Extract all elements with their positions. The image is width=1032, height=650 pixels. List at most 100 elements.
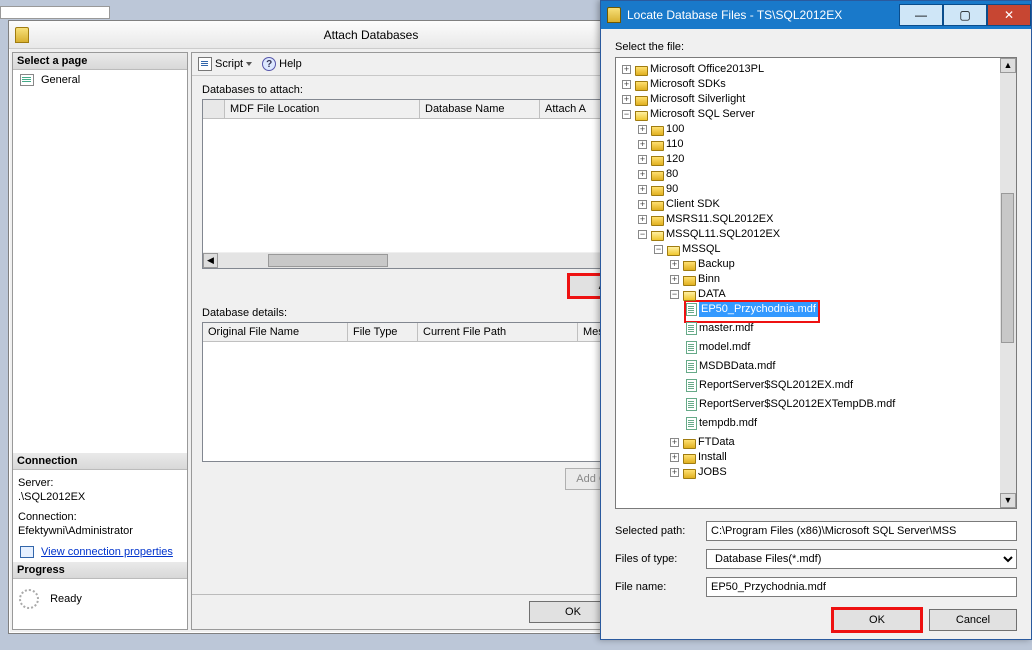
folder-icon [651,216,664,226]
close-button[interactable]: ✕ [987,4,1031,26]
file-tree[interactable]: + Microsoft Office2013PL + Microsoft SDK… [616,58,1000,508]
tree-node[interactable]: 90 [666,182,678,197]
tree-node[interactable]: MSRS11.SQL2012EX [666,212,773,227]
file-icon [686,360,697,373]
expand-icon[interactable]: + [638,155,647,164]
expand-icon[interactable]: + [638,170,647,179]
tree-node[interactable]: Microsoft Office2013PL [650,62,764,77]
col-database-name[interactable]: Database Name [420,100,540,118]
file-name-input[interactable] [706,577,1017,597]
file-icon [686,417,697,430]
tree-file[interactable]: MSDBData.mdf [699,359,775,374]
locate-titlebar[interactable]: Locate Database Files - TS\SQL2012EX — ▢… [601,1,1031,29]
vertical-scrollbar[interactable]: ▲ ▼ [1000,58,1016,508]
tree-node[interactable]: DATA [698,287,726,302]
tree-file[interactable]: tempdb.mdf [699,416,757,431]
attach-title-text: Attach Databases [324,28,419,42]
minimize-button[interactable]: — [899,4,943,26]
col-file-type[interactable]: File Type [348,323,418,341]
scroll-thumb[interactable] [1001,193,1014,343]
expand-icon[interactable]: + [638,200,647,209]
maximize-button[interactable]: ▢ [943,4,987,26]
expand-icon[interactable]: + [670,260,679,269]
tree-node[interactable]: Backup [698,257,735,272]
folder-icon [651,201,664,211]
scroll-thumb[interactable] [268,254,388,267]
tree-node[interactable]: Microsoft SDKs [650,77,726,92]
locate-ok-button[interactable]: OK [833,609,921,631]
database-icon [607,7,621,23]
folder-open-icon [667,246,680,256]
expand-icon[interactable]: + [670,453,679,462]
tree-node[interactable]: Client SDK [666,197,720,212]
files-of-type-select[interactable]: Database Files(*.mdf) [706,549,1017,569]
folder-icon [651,156,664,166]
tree-node[interactable]: 120 [666,152,684,167]
server-label: Server: [18,477,182,489]
locate-cancel-button[interactable]: Cancel [929,609,1017,631]
tree-file[interactable]: ReportServer$SQL2012EXTempDB.mdf [699,397,895,412]
help-icon: ? [262,57,276,71]
tree-node[interactable]: MSSQL11.SQL2012EX [666,227,780,242]
tree-file-selected[interactable]: EP50_Przychodnia.mdf [699,302,818,317]
col-mdf-location[interactable]: MDF File Location [225,100,420,118]
tree-node[interactable]: Binn [698,272,720,287]
tree-node[interactable]: 80 [666,167,678,182]
col-current-file-path[interactable]: Current File Path [418,323,578,341]
script-button[interactable]: Script [198,57,252,71]
expand-icon[interactable]: + [670,438,679,447]
properties-icon [20,546,34,558]
scroll-up-arrow[interactable]: ▲ [1000,58,1016,73]
file-icon [686,379,697,392]
page-general-label: General [41,74,80,86]
folder-icon [683,276,696,286]
tree-node[interactable]: MSSQL [682,242,721,257]
progress-status: Ready [50,593,82,605]
script-label: Script [215,58,243,70]
page-general[interactable]: General [18,73,182,87]
folder-icon [635,66,648,76]
expand-icon[interactable]: + [622,95,631,104]
database-icon [15,27,29,43]
scroll-left-arrow[interactable]: ◀ [203,253,218,268]
select-file-label: Select the file: [615,41,1017,53]
folder-icon [651,186,664,196]
expand-icon[interactable]: + [670,275,679,284]
server-value: .\SQL2012EX [18,491,182,503]
expand-icon[interactable]: + [638,185,647,194]
expand-icon[interactable]: + [638,215,647,224]
folder-open-icon [635,111,648,121]
tree-node[interactable]: Microsoft SQL Server [650,107,755,122]
tree-node[interactable]: Install [698,450,727,465]
tree-node[interactable]: FTData [698,435,735,450]
tree-file[interactable]: master.mdf [699,321,753,336]
tree-node[interactable]: JOBS [698,465,727,480]
help-label: Help [279,58,302,70]
expand-icon[interactable]: + [670,468,679,477]
left-pane: Select a page General Connection Server:… [12,52,188,630]
expand-icon[interactable]: + [638,125,647,134]
selected-path-input[interactable] [706,521,1017,541]
collapse-icon[interactable]: − [638,230,647,239]
expand-icon[interactable]: + [622,80,631,89]
file-icon [686,303,697,316]
collapse-icon[interactable]: − [654,245,663,254]
collapse-icon[interactable]: − [622,110,631,119]
tree-node[interactable]: 100 [666,122,684,137]
script-icon [198,57,212,71]
row-header-cell [203,100,225,118]
selected-path-label: Selected path: [615,525,700,537]
folder-icon [651,126,664,136]
tree-file[interactable]: ReportServer$SQL2012EX.mdf [699,378,853,393]
help-button[interactable]: ? Help [262,57,302,71]
tree-node[interactable]: Microsoft Silverlight [650,92,745,107]
page-icon [20,74,34,86]
view-connection-properties-link[interactable]: View connection properties [41,546,173,558]
collapse-icon[interactable]: − [670,290,679,299]
tree-file[interactable]: model.mdf [699,340,750,355]
scroll-down-arrow[interactable]: ▼ [1000,493,1016,508]
tree-node[interactable]: 110 [666,137,684,152]
expand-icon[interactable]: + [638,140,647,149]
col-original-file-name[interactable]: Original File Name [203,323,348,341]
expand-icon[interactable]: + [622,65,631,74]
